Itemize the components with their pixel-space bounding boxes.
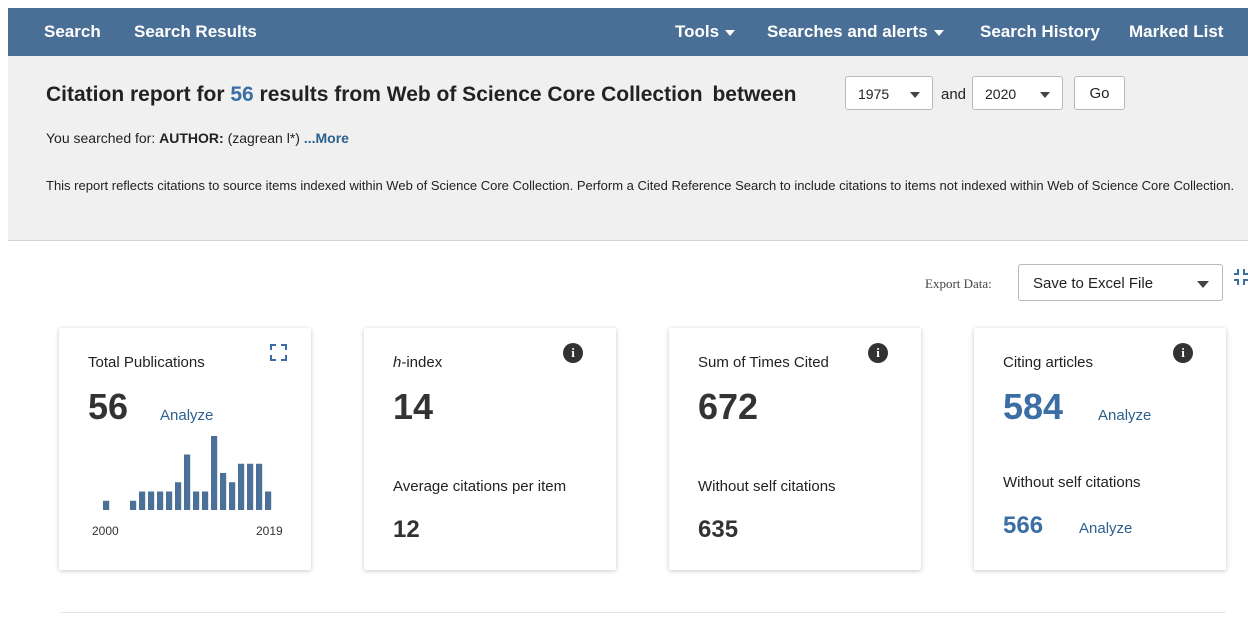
info-icon[interactable]: i	[1173, 343, 1193, 363]
bar-2011	[202, 491, 209, 510]
expand-icon[interactable]	[270, 344, 287, 361]
bar-2000	[103, 500, 110, 510]
collapse-icon[interactable]	[1234, 268, 1248, 286]
citing-articles-card: Citing articles i 584 Analyze Without se…	[974, 328, 1226, 570]
title-suffix: results from Web of Science Core Collect…	[259, 83, 703, 106]
chart-end-year: 2019	[256, 524, 283, 538]
h-index-value: 14	[393, 386, 434, 427]
year-from-value: 1975	[858, 86, 890, 102]
and-label: and	[941, 86, 967, 103]
info-icon[interactable]: i	[563, 343, 583, 363]
more-link[interactable]: ...More	[304, 130, 349, 146]
bar-2018	[265, 491, 272, 510]
bar-2010	[193, 491, 200, 510]
chevron-down-icon	[725, 29, 736, 36]
citing-without-self-label: Without self citations	[1003, 474, 1141, 491]
nav-searches-alerts[interactable]: Searches and alerts	[767, 22, 944, 42]
searched-label: You searched for:	[46, 130, 156, 146]
searched-query: (zagrean l*)	[227, 130, 300, 146]
avg-citations-value: 12	[393, 516, 420, 543]
bar-2017	[256, 463, 263, 510]
chevron-down-icon	[933, 29, 944, 36]
bar-2006	[157, 491, 164, 510]
times-cited-value: 672	[698, 386, 759, 427]
bar-2008	[175, 482, 182, 510]
export-data-select[interactable]: Save to Excel File	[1018, 264, 1223, 301]
without-self-citations-value: 635	[698, 516, 739, 543]
times-cited-label: Sum of Times Cited	[698, 354, 829, 371]
info-icon[interactable]: i	[868, 343, 888, 363]
bar-2009	[184, 454, 191, 510]
page-title: Citation report for 56 results from Web …	[46, 83, 796, 107]
bar-2015	[238, 463, 245, 510]
nav-search[interactable]: Search	[44, 22, 101, 42]
citing-articles-label: Citing articles	[1003, 354, 1094, 371]
bar-2004	[139, 491, 146, 510]
bar-2013	[220, 473, 227, 510]
report-disclaimer: This report reflects citations to source…	[46, 178, 1235, 193]
index-text: -index	[401, 354, 443, 371]
nav-tools[interactable]: Tools	[675, 22, 736, 42]
chevron-down-icon	[1197, 281, 1209, 288]
bar-2012	[211, 436, 218, 510]
citation-report-header: Citation report for 56 results from Web …	[8, 56, 1248, 241]
chevron-down-icon	[1040, 92, 1050, 98]
nav-tools-label: Tools	[675, 22, 720, 41]
searched-field: AUTHOR:	[159, 130, 224, 146]
citing-without-self-value[interactable]: 566	[1003, 512, 1043, 540]
top-nav-bar: Search Search Results Tools Searches and…	[8, 8, 1248, 56]
total-publications-card: Total Publications 56 Analyze 2000 2019	[59, 328, 311, 570]
export-option: Save to Excel File	[1033, 275, 1154, 292]
bar-2014	[229, 482, 236, 510]
avg-citations-label: Average citations per item	[393, 478, 567, 495]
h-index-label: h-index	[393, 354, 442, 371]
publications-bar-chart	[103, 436, 272, 510]
nav-search-results[interactable]: Search Results	[134, 22, 257, 42]
times-cited-card: Sum of Times Cited i 672 Without self ci…	[669, 328, 921, 570]
divider	[60, 612, 1226, 613]
nav-marked-list[interactable]: Marked List	[1129, 22, 1223, 42]
year-to-select[interactable]: 2020	[972, 76, 1063, 110]
export-data-label: Export Data:	[925, 276, 992, 291]
search-query-line: You searched for: AUTHOR: (zagrean l*) .…	[46, 130, 349, 146]
bar-2016	[247, 463, 254, 510]
title-prefix: Citation report for	[46, 83, 225, 106]
bar-2007	[166, 491, 173, 510]
go-button[interactable]: Go	[1074, 76, 1125, 110]
analyze-publications-link[interactable]: Analyze	[160, 407, 213, 424]
without-self-citations-label: Without self citations	[698, 478, 836, 495]
analyze-citing-link[interactable]: Analyze	[1098, 407, 1151, 424]
chevron-down-icon	[910, 92, 920, 98]
year-to-value: 2020	[985, 86, 1017, 102]
total-publications-label: Total Publications	[88, 354, 205, 371]
nav-search-history[interactable]: Search History	[980, 22, 1100, 42]
analyze-citing-without-self-link[interactable]: Analyze	[1079, 520, 1132, 537]
h-index-card: h-index i 14 Average citations per item …	[364, 328, 616, 570]
bar-2005	[148, 491, 155, 510]
bar-2003	[130, 500, 137, 510]
citing-articles-value[interactable]: 584	[1003, 386, 1063, 428]
year-from-select[interactable]: 1975	[845, 76, 933, 110]
total-publications-value: 56	[88, 386, 129, 427]
title-between: between	[712, 83, 797, 106]
results-count: 56	[230, 83, 254, 106]
chart-start-year: 2000	[92, 524, 119, 538]
nav-searches-alerts-label: Searches and alerts	[767, 22, 928, 41]
